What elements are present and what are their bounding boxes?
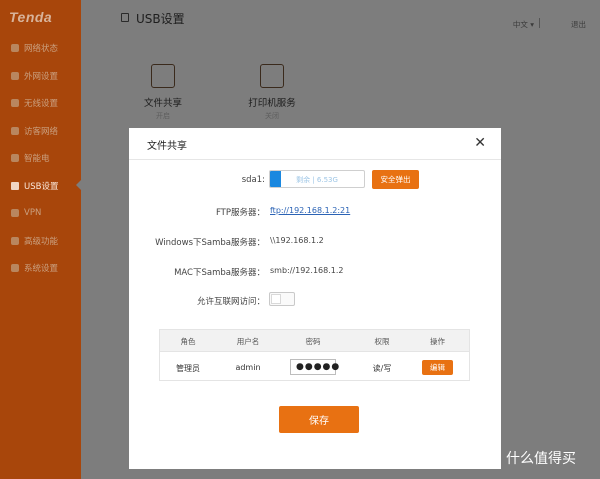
internet-access-toggle[interactable] bbox=[269, 292, 295, 306]
samba-windows-label: Windows下Samba服务器： bbox=[155, 238, 265, 248]
logout-link[interactable]: 退出 bbox=[571, 19, 586, 30]
drive-label: sda1: bbox=[241, 175, 265, 185]
page-title-text: USB设置 bbox=[136, 12, 185, 26]
sidebar-item-system[interactable]: 系统设置 bbox=[0, 258, 81, 278]
wifi-icon bbox=[11, 99, 19, 107]
folder-share-icon bbox=[151, 64, 175, 88]
dialog-header: 文件共享 ✕ bbox=[129, 128, 501, 160]
top-bar: USB设置 中文 ▾ 退出 bbox=[81, 0, 600, 36]
sidebar-item-label: 外网设置 bbox=[24, 72, 59, 82]
sidebar-item-wireless[interactable]: 无线设置 bbox=[0, 93, 81, 113]
printer-service-status: 关闭 bbox=[265, 112, 279, 120]
bulb-icon bbox=[11, 154, 19, 162]
sidebar-item-label: 无线设置 bbox=[24, 99, 59, 109]
edit-button[interactable]: 编辑 bbox=[422, 360, 453, 375]
sidebar-item-label: 网络状态 bbox=[24, 44, 59, 54]
internet-icon bbox=[11, 72, 19, 80]
page-title: USB设置 bbox=[121, 10, 185, 27]
column-password: 密码 bbox=[305, 337, 321, 346]
printer-service-card[interactable]: 打印机服务 关闭 bbox=[242, 64, 302, 121]
watermark-text: 什么值得买 bbox=[506, 451, 576, 467]
sidebar-item-smart-power[interactable]: 智能电 bbox=[0, 148, 81, 168]
sidebar: Tenda 网络状态 外网设置 无线设置 访客网络 智能电 USB设置 VPN … bbox=[0, 0, 81, 479]
samba-mac-label: MAC下Samba服务器： bbox=[174, 268, 265, 278]
save-button[interactable]: 保存 bbox=[279, 406, 359, 433]
storage-text: 剩余 | 6.53G bbox=[296, 176, 338, 184]
globe-icon bbox=[11, 44, 19, 52]
sidebar-item-label: USB设置 bbox=[24, 182, 59, 192]
divider bbox=[539, 18, 540, 28]
safe-eject-button[interactable]: 安全弹出 bbox=[372, 170, 419, 189]
user-table: 角色 用户名 密码 权限 操作 管理员 admin ●●●●● 读/写 编辑 bbox=[159, 329, 470, 381]
column-username: 用户名 bbox=[236, 337, 260, 346]
row-permission: 读/写 bbox=[372, 364, 392, 373]
sidebar-item-vpn[interactable]: VPN bbox=[0, 203, 81, 223]
printer-service-name: 打印机服务 bbox=[248, 98, 296, 109]
close-icon[interactable]: ✕ bbox=[474, 136, 486, 150]
usb-lock-icon bbox=[121, 13, 129, 22]
sidebar-item-internet-settings[interactable]: 外网设置 bbox=[0, 66, 81, 86]
sidebar-item-label: VPN bbox=[24, 208, 42, 218]
vpn-icon bbox=[11, 209, 19, 217]
column-role: 角色 bbox=[180, 337, 196, 346]
table-header: 角色 用户名 密码 权限 操作 bbox=[160, 330, 469, 352]
file-share-dialog: 文件共享 ✕ sda1: 剩余 | 6.53G 安全弹出 FTP服务器： ftp… bbox=[129, 128, 501, 469]
samba-windows-value: \\192.168.1.2 bbox=[270, 236, 324, 245]
sidebar-item-usb-settings[interactable]: USB设置 bbox=[0, 176, 81, 196]
sidebar-item-network-status[interactable]: 网络状态 bbox=[0, 38, 81, 58]
row-role: 管理员 bbox=[176, 364, 200, 373]
file-share-status: 开启 bbox=[156, 112, 170, 120]
language-select[interactable]: 中文 ▾ bbox=[513, 19, 534, 30]
row-username: admin bbox=[235, 363, 261, 372]
printer-icon bbox=[260, 64, 284, 88]
watermark-logo-icon: 值 bbox=[479, 448, 499, 468]
sidebar-item-label: 智能电 bbox=[24, 154, 50, 164]
guest-icon bbox=[11, 127, 19, 135]
sidebar-item-label: 访客网络 bbox=[24, 127, 59, 137]
file-share-card[interactable]: 文件共享 开启 bbox=[137, 64, 189, 121]
tools-icon bbox=[11, 237, 19, 245]
toggle-knob bbox=[271, 294, 281, 304]
dialog-title: 文件共享 bbox=[147, 141, 187, 152]
active-nav-pointer bbox=[76, 179, 82, 191]
usb-icon bbox=[11, 182, 19, 190]
ftp-label: FTP服务器： bbox=[215, 208, 265, 218]
watermark: 值 什么值得买 bbox=[479, 448, 576, 468]
sidebar-item-label: 高级功能 bbox=[24, 237, 59, 247]
sidebar-item-guest-network[interactable]: 访客网络 bbox=[0, 121, 81, 141]
sidebar-item-label: 系统设置 bbox=[24, 264, 59, 274]
password-field[interactable]: ●●●●● bbox=[290, 359, 339, 375]
ftp-link[interactable]: ftp://192.168.1.2:21 bbox=[270, 206, 350, 215]
column-action: 操作 bbox=[430, 337, 445, 346]
samba-mac-value: smb://192.168.1.2 bbox=[270, 266, 344, 275]
sidebar-item-advanced[interactable]: 高级功能 bbox=[0, 231, 81, 251]
file-share-name: 文件共享 bbox=[143, 98, 182, 109]
tenda-logo: Tenda bbox=[9, 9, 53, 25]
gear-icon bbox=[11, 264, 19, 272]
internet-access-label: 允许互联网访问： bbox=[196, 297, 265, 307]
column-permission: 权限 bbox=[374, 337, 390, 346]
storage-bar: 剩余 | 6.53G bbox=[269, 170, 365, 188]
